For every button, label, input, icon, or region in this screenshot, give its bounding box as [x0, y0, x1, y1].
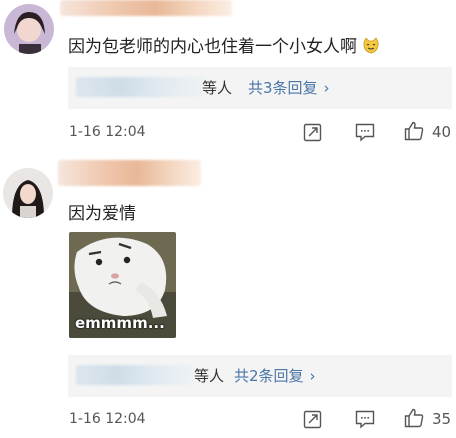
reply-suffix: 等人: [202, 79, 233, 97]
comment-body: 因为包老师的内心也住着一个小女人啊: [68, 37, 357, 57]
reply-count-link[interactable]: 共2条回复 ›: [234, 365, 316, 386]
sticker-caption: emmmm...: [75, 314, 165, 332]
thumbs-up-icon[interactable]: [403, 407, 425, 429]
sticker-image[interactable]: emmmm...: [69, 232, 176, 338]
avatar[interactable]: [3, 168, 53, 218]
comment-time: 1-16 12:04: [69, 124, 146, 140]
thumbs-up-icon[interactable]: [403, 120, 425, 142]
share-icon[interactable]: [302, 121, 324, 143]
reply-count-link[interactable]: 共3条回复 ›: [248, 77, 330, 98]
reply-preview-box[interactable]: 等人 共2条回复 ›: [68, 355, 452, 397]
cat-emoji-icon: [362, 37, 380, 55]
reply-count-label: 共2条回复: [234, 367, 304, 385]
comment-text: 因为爱情: [68, 204, 136, 224]
reply-suffix: 等人: [194, 367, 225, 385]
reply-count-label: 共3条回复: [248, 79, 318, 97]
reply-preview-box[interactable]: 等人 共3条回复 ›: [68, 67, 452, 109]
username-blurred[interactable]: [58, 160, 201, 186]
reply-names-blurred: [76, 77, 204, 97]
comment-icon[interactable]: [354, 408, 376, 430]
chevron-right-icon: ›: [309, 367, 316, 385]
comment-time: 1-16 12:04: [69, 411, 146, 427]
reply-names-blurred: [76, 365, 194, 385]
avatar[interactable]: [4, 4, 54, 54]
like-count: 35: [432, 410, 452, 428]
comment-icon[interactable]: [354, 121, 376, 143]
username-blurred[interactable]: [60, 0, 232, 16]
share-icon[interactable]: [302, 408, 324, 430]
chevron-right-icon: ›: [323, 79, 330, 97]
like-count: 40: [432, 123, 452, 141]
comment-text: 因为包老师的内心也住着一个小女人啊: [68, 32, 380, 57]
